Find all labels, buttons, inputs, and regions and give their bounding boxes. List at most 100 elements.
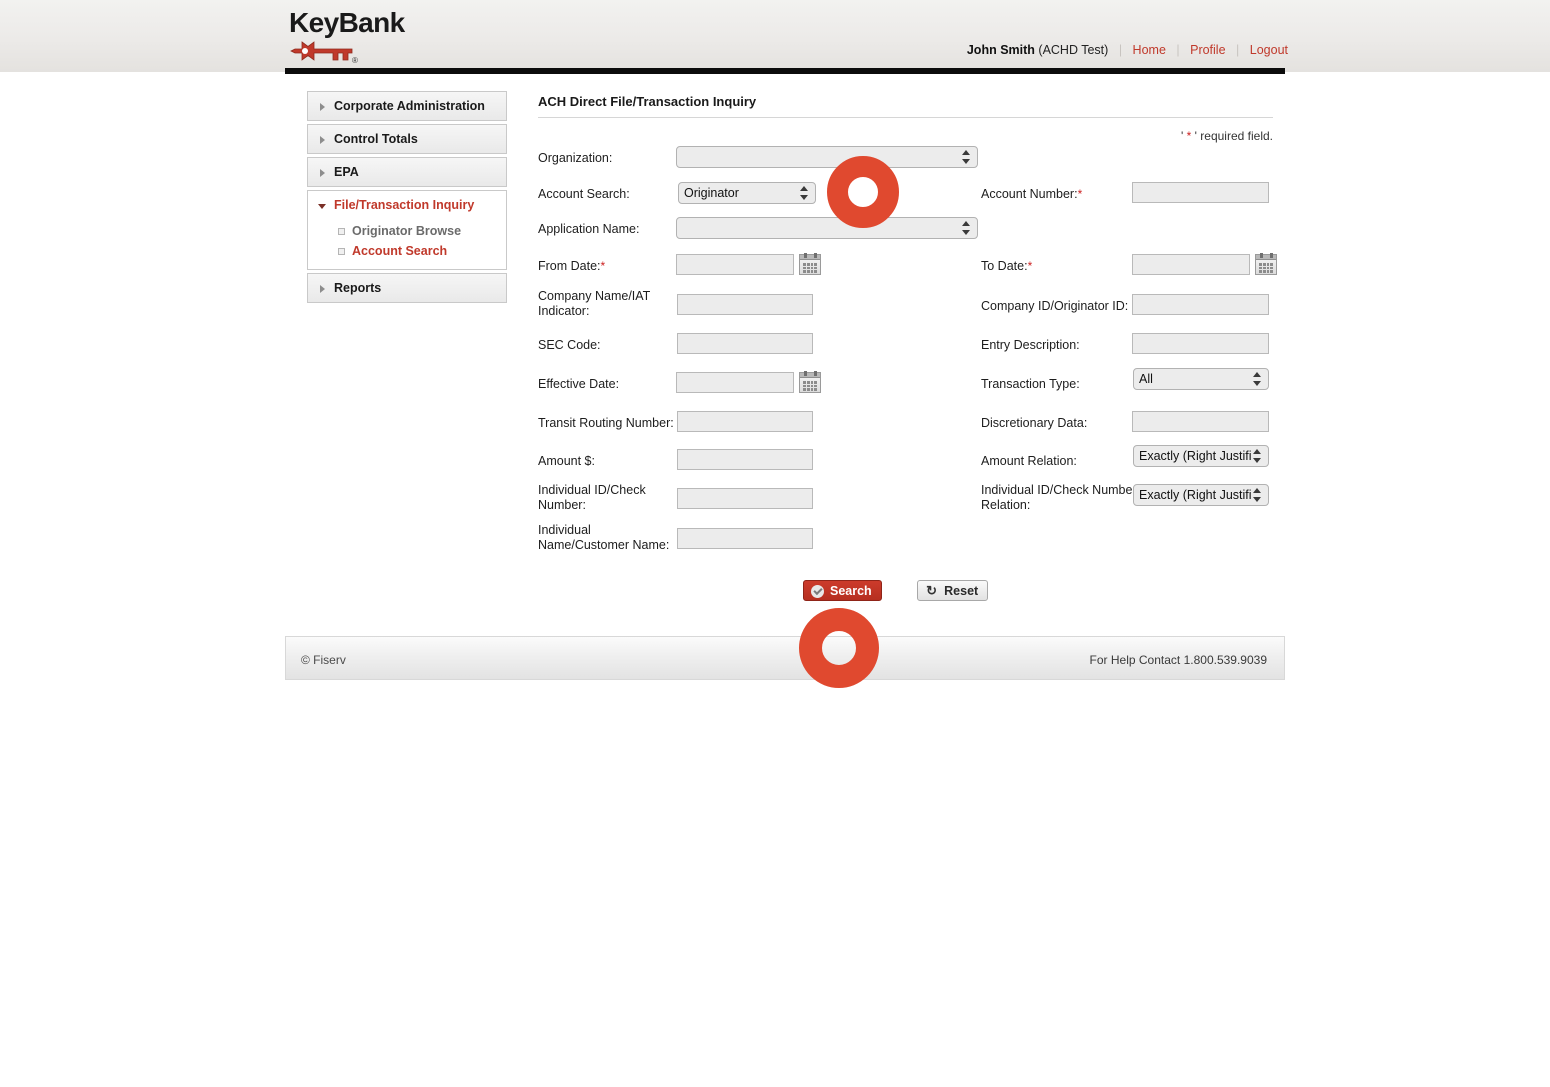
app-header: KeyBank ® John Smith (ACHD Test) | Home … (0, 0, 1550, 72)
sidebar-item-reports[interactable]: Reports (308, 274, 506, 302)
brand-name: KeyBank (289, 7, 405, 38)
label-transit-routing-number: Transit Routing Number: (538, 416, 674, 430)
sidebar-block-reports: Reports (307, 273, 507, 303)
required-note-suffix: ' required field. (1191, 129, 1273, 143)
nav-separator-1: | (1118, 43, 1123, 57)
label-from-date-text: From Date: (538, 259, 601, 273)
label-sec-code: SEC Code: (538, 338, 601, 352)
user-context: (ACHD Test) (1038, 43, 1109, 57)
search-button[interactable]: Search (803, 580, 882, 601)
reset-button[interactable]: ↻ Reset (917, 580, 989, 601)
nav-separator-3: | (1236, 43, 1240, 57)
sidebar-item-control-totals[interactable]: Control Totals (308, 125, 506, 153)
required-asterisk: * (1027, 259, 1033, 273)
header-nav: John Smith (ACHD Test) | Home | Profile … (967, 43, 1288, 57)
sidebar-item-account-search[interactable]: Account Search (308, 241, 506, 261)
chevron-right-icon (320, 169, 325, 177)
label-application-name: Application Name: (538, 222, 640, 236)
sidebar-item-label: Corporate Administration (334, 99, 485, 113)
bullet-square-icon (338, 248, 345, 255)
label-company-id-originator-id: Company ID/Originator ID: (981, 299, 1129, 313)
sidebar-block-file-transaction-inquiry: File/Transaction Inquiry Originator Brow… (307, 190, 507, 270)
chevron-right-icon (320, 103, 325, 111)
label-to-date: To Date:* (981, 259, 1032, 274)
discretionary-data-input[interactable] (1132, 411, 1269, 432)
label-to-date-text: To Date: (981, 259, 1028, 273)
effective-date-input[interactable] (676, 372, 794, 393)
profile-link[interactable]: Profile (1190, 43, 1225, 57)
chevron-right-icon (320, 285, 325, 293)
account-search-select[interactable]: Originator (678, 182, 816, 204)
individual-id-check-number-input[interactable] (677, 488, 813, 509)
header-divider (285, 68, 1285, 74)
required-asterisk: * (600, 259, 606, 273)
chevron-down-icon (318, 204, 326, 209)
help-contact-text: For Help Contact 1.800.539.9039 (1089, 653, 1267, 667)
amount-input[interactable] (677, 449, 813, 470)
key-icon (290, 41, 353, 61)
sidebar-item-epa[interactable]: EPA (308, 158, 506, 186)
chevron-right-icon (320, 136, 325, 144)
sidebar-nav: Corporate Administration Control Totals … (307, 91, 507, 306)
label-account-search: Account Search: (538, 187, 630, 201)
sidebar-block-epa: EPA (307, 157, 507, 187)
label-amount-relation: Amount Relation: (981, 454, 1077, 468)
label-effective-date: Effective Date: (538, 377, 620, 391)
sec-code-input[interactable] (677, 333, 813, 354)
application-name-select[interactable] (676, 217, 978, 239)
cursor-highlight-top (827, 156, 899, 228)
from-date-input[interactable] (676, 254, 794, 275)
sidebar-subitem-label: Originator Browse (352, 224, 462, 238)
company-name-iat-input[interactable] (677, 294, 813, 315)
sidebar-block-control-totals: Control Totals (307, 124, 507, 154)
calendar-icon[interactable] (799, 253, 821, 275)
bullet-square-icon (338, 228, 345, 235)
label-from-date: From Date:* (538, 259, 605, 274)
home-link[interactable]: Home (1133, 43, 1166, 57)
transit-routing-number-input[interactable] (677, 411, 813, 432)
account-number-input[interactable] (1132, 182, 1269, 203)
sidebar-block-corporate-administration: Corporate Administration (307, 91, 507, 121)
amount-relation-select[interactable]: Exactly (Right Justified) (1133, 445, 1269, 467)
sidebar-item-label: EPA (334, 165, 359, 179)
entry-description-input[interactable] (1132, 333, 1269, 354)
form-actions: Search ↻ Reset (803, 580, 989, 601)
label-amount: Amount $: (538, 454, 595, 468)
page-title: ACH Direct File/Transaction Inquiry (538, 94, 757, 109)
check-circle-icon (811, 585, 824, 598)
label-account-number-text: Account Number: (981, 187, 1078, 201)
label-discretionary-data: Discretionary Data: (981, 416, 1088, 430)
required-field-note: ' * ' required field. (538, 129, 1273, 143)
reset-button-label: Reset (944, 584, 979, 598)
search-button-label: Search (830, 584, 872, 598)
app-footer: © Fiserv For Help Contact 1.800.539.9039 (285, 636, 1285, 680)
individual-name-customer-name-input[interactable] (677, 528, 813, 549)
sidebar-item-label: Reports (334, 281, 382, 295)
company-id-originator-id-input[interactable] (1132, 294, 1269, 315)
refresh-icon: ↻ (926, 583, 938, 598)
sidebar-item-corporate-administration[interactable]: Corporate Administration (308, 92, 506, 120)
transaction-type-select[interactable]: All (1133, 368, 1269, 390)
label-individual-id-check-number-relation: Individual ID/Check Number Relation: (981, 483, 1137, 512)
app-page: KeyBank ® John Smith (ACHD Test) | Home … (0, 0, 1550, 1087)
calendar-icon[interactable] (1255, 253, 1277, 275)
copyright-text: © Fiserv (301, 653, 346, 667)
organization-select[interactable] (676, 146, 978, 168)
sidebar-item-originator-browse[interactable]: Originator Browse (308, 221, 506, 241)
inquiry-form: ACH Direct File/Transaction Inquiry ' * … (538, 94, 1278, 143)
calendar-icon[interactable] (799, 371, 821, 393)
label-account-number: Account Number:* (981, 187, 1082, 202)
to-date-input[interactable] (1132, 254, 1250, 275)
sidebar-sublist: Originator Browse Account Search (308, 219, 506, 269)
label-entry-description: Entry Description: (981, 338, 1080, 352)
label-organization: Organization: (538, 151, 613, 165)
sidebar-item-label: File/Transaction Inquiry (334, 198, 475, 212)
sidebar-item-file-transaction-inquiry[interactable]: File/Transaction Inquiry (308, 191, 506, 219)
keybank-logo[interactable]: KeyBank ® (289, 8, 529, 68)
logout-link[interactable]: Logout (1250, 43, 1288, 57)
individual-id-check-number-relation-select[interactable]: Exactly (Right Justified) (1133, 484, 1269, 506)
nav-separator-2: | (1176, 43, 1180, 57)
sidebar-item-label: Control Totals (334, 132, 418, 146)
label-transaction-type: Transaction Type: (981, 377, 1080, 391)
sidebar-subitem-label: Account Search (352, 244, 448, 258)
